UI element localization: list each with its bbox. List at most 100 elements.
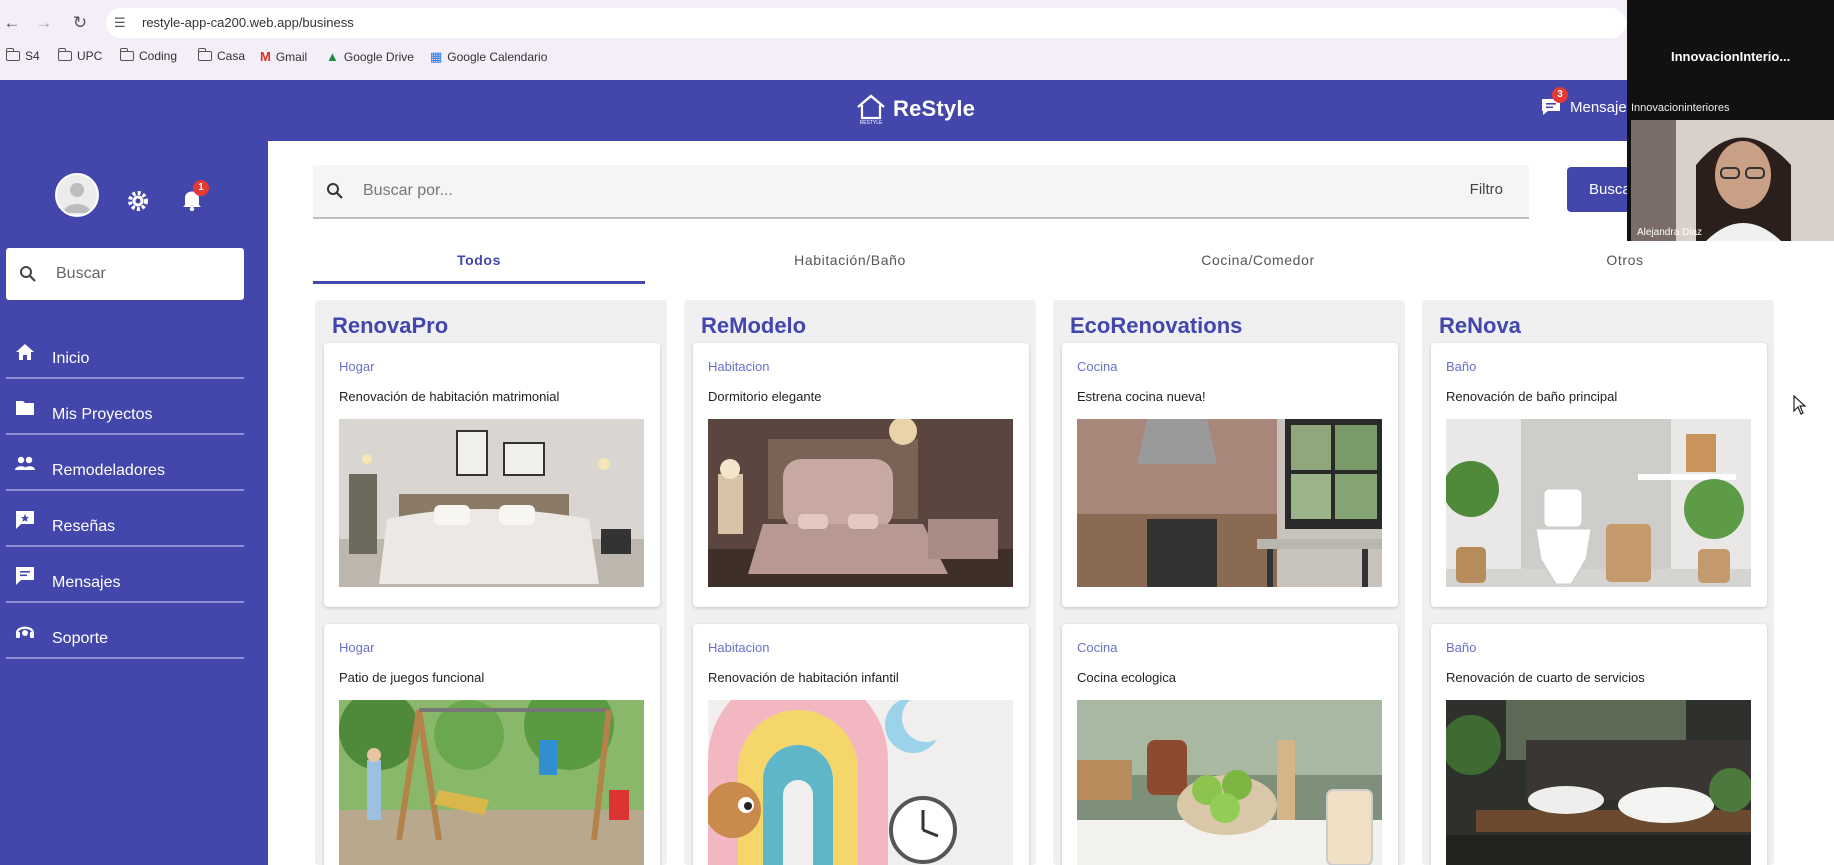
project-category: Cocina: [1077, 359, 1118, 374]
business-name[interactable]: ReNova: [1439, 313, 1521, 339]
bookmark-s4[interactable]: S4: [5, 48, 40, 63]
sidebar-item-mis-proyectos[interactable]: Mis Proyectos: [6, 377, 244, 435]
business-name[interactable]: RenovaPro: [332, 313, 448, 339]
reload-icon[interactable]: ↻: [68, 11, 92, 35]
project-category: Habitacion: [708, 359, 770, 374]
svg-text:RESTYLE: RESTYLE: [860, 120, 883, 126]
search-icon: [20, 266, 36, 282]
project-category: Habitacion: [708, 640, 770, 655]
bookmark-upc[interactable]: UPC: [57, 48, 102, 63]
sidebar-item-remodeladores[interactable]: Remodeladores: [6, 433, 244, 491]
folder-icon: [197, 48, 212, 61]
calendar-icon: ▦: [430, 49, 443, 64]
bookmark-google-drive[interactable]: ▲ Google Drive: [326, 49, 414, 64]
sidebar-search-input[interactable]: Buscar: [6, 248, 244, 300]
project-category: Hogar: [339, 640, 375, 655]
project-card[interactable]: Habitacion Renovación de habitación infa…: [693, 624, 1029, 865]
project-card[interactable]: Baño Renovación de cuarto de servicios: [1431, 624, 1767, 865]
back-icon[interactable]: ←: [0, 11, 24, 35]
support-icon: [15, 626, 35, 638]
project-title: Estrena cocina nueva!: [1077, 389, 1206, 404]
sidebar-item-mensajes[interactable]: Mensajes: [6, 545, 244, 603]
project-title: Renovación de habitación matrimonial: [339, 389, 560, 404]
bookmark-casa[interactable]: Casa: [197, 48, 245, 63]
folder-icon: [16, 401, 34, 415]
active-tab-indicator: [313, 281, 645, 284]
folder-icon: [119, 48, 134, 61]
project-category: Hogar: [339, 359, 375, 374]
playground-photo: [339, 700, 644, 865]
kids-room-photo: [708, 700, 1013, 865]
tab-cocina-comedor[interactable]: Cocina/Comedor: [1108, 252, 1408, 268]
browser-chrome: ← → ↻ ☰ restyle-app-ca200.web.app/busine…: [0, 0, 1834, 80]
project-card[interactable]: Habitacion Dormitorio elegante: [693, 343, 1029, 607]
project-card[interactable]: Hogar Renovación de habitación matrimoni…: [324, 343, 660, 607]
folder-icon: [57, 48, 72, 61]
messages-badge: 3: [1552, 87, 1568, 103]
project-category: Baño: [1446, 359, 1477, 374]
project-title: Renovación de baño principal: [1446, 389, 1618, 404]
bookmarks-bar: S4 UPC Coding Casa M Gmail ▲ Google Drive …: [0, 47, 1834, 69]
project-title: Renovación de cuarto de servicios: [1446, 670, 1645, 685]
drive-icon: ▲: [326, 49, 339, 64]
site-info-icon[interactable]: ☰: [114, 14, 132, 32]
project-category: Baño: [1446, 640, 1477, 655]
elegant-bedroom-photo: [708, 419, 1013, 587]
address-bar[interactable]: ☰ restyle-app-ca200.web.app/business: [106, 8, 1626, 38]
notifications-button[interactable]: 1: [181, 180, 209, 212]
bedroom-photo: [339, 419, 644, 587]
bathroom-photo: [1446, 419, 1751, 587]
gmail-icon: M: [260, 49, 271, 64]
sidebar: 1 Buscar Inicio Mis Proyectos Remodelado…: [0, 141, 268, 865]
app-logo[interactable]: RESTYLE ReStyle: [855, 92, 975, 126]
tab-todos[interactable]: Todos: [313, 252, 645, 268]
participant-video: Alejandra Diaz: [1631, 120, 1834, 241]
sidebar-item-resenas[interactable]: Reseñas: [6, 489, 244, 547]
project-card[interactable]: Hogar Patio de juegos funcional: [324, 624, 660, 865]
kitchen-photo: [1077, 419, 1382, 587]
bookmark-google-calendario[interactable]: ▦ Google Calendario: [430, 49, 547, 65]
folder-icon: [5, 48, 20, 61]
tab-habitacion-bano[interactable]: Habitación/Baño: [700, 252, 1000, 268]
avatar[interactable]: [55, 173, 99, 217]
project-card[interactable]: Cocina Cocina ecologica: [1062, 624, 1398, 865]
video-call-overlay[interactable]: InnovacionInterio... Innovacioninteriore…: [1627, 0, 1834, 241]
project-title: Dormitorio elegante: [708, 389, 822, 404]
project-title: Renovación de habitación infantil: [708, 670, 899, 685]
mouse-cursor-icon: [1793, 395, 1807, 415]
service-room-photo: [1446, 700, 1751, 865]
bookmark-coding[interactable]: Coding: [119, 48, 177, 63]
app-header: RESTYLE ReStyle 3 Mensajes: [0, 80, 1834, 141]
messages-label: Mensajes: [1570, 98, 1635, 116]
people-icon: [15, 456, 35, 470]
project-card[interactable]: Cocina Estrena cocina nueva!: [1062, 343, 1398, 607]
video-call-subtitle: Innovacioninteriores: [1631, 102, 1730, 114]
bookmark-gmail[interactable]: M Gmail: [260, 49, 307, 64]
sidebar-item-soporte[interactable]: Soporte: [6, 601, 244, 659]
review-icon: [16, 511, 34, 529]
project-card[interactable]: Baño Renovación de baño principal: [1431, 343, 1767, 607]
business-column-renova: ReNova Baño Renovación de baño principal…: [1422, 300, 1774, 865]
project-category: Cocina: [1077, 640, 1118, 655]
search-icon: [327, 183, 343, 199]
tab-otros[interactable]: Otros: [1475, 252, 1775, 268]
business-name[interactable]: ReModelo: [701, 313, 806, 339]
eco-kitchen-photo: [1077, 700, 1382, 865]
sidebar-item-inicio[interactable]: Inicio: [6, 321, 244, 379]
filter-button[interactable]: Filtro: [1470, 181, 1503, 198]
home-icon: [16, 344, 34, 360]
house-logo-icon: RESTYLE: [857, 94, 885, 126]
header-messages-button[interactable]: 3 Mensajes: [1540, 87, 1635, 117]
business-column-ecorenovations: EcoRenovations Cocina Estrena cocina nue…: [1053, 300, 1405, 865]
business-column-renovapro: RenovaPro Hogar Renovación de habitación…: [315, 300, 667, 865]
business-name[interactable]: EcoRenovations: [1070, 313, 1242, 339]
gear-icon[interactable]: [126, 189, 150, 213]
chat-icon: 3: [1540, 87, 1568, 117]
notification-badge: 1: [193, 180, 209, 196]
project-title: Cocina ecologica: [1077, 670, 1177, 685]
forward-icon[interactable]: →: [32, 11, 56, 35]
app-title: ReStyle: [893, 96, 976, 121]
chat-icon: [16, 567, 34, 585]
main-search-input[interactable]: Buscar por... Filtro: [313, 165, 1529, 219]
project-title: Patio de juegos funcional: [339, 670, 485, 685]
